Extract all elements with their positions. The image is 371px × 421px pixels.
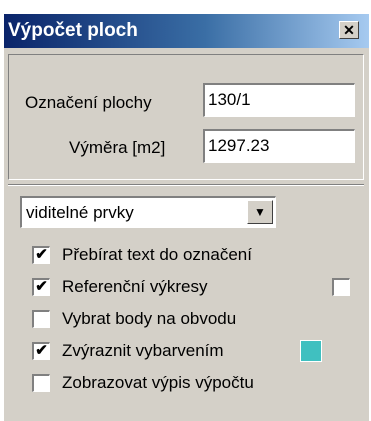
oznaceni-label: Označení plochy bbox=[25, 93, 152, 112]
option-label: Zobrazovat výpis výpočtu bbox=[62, 373, 254, 392]
checkbox-zobrazovat-vypis[interactable] bbox=[32, 374, 50, 392]
option-label: Zvýraznit vybarvením bbox=[62, 341, 224, 360]
close-button[interactable]: ✕ bbox=[339, 21, 359, 39]
checkbox-referencni-vykresy[interactable]: ✔ bbox=[32, 278, 50, 296]
vymera-label: Výměra [m2] bbox=[69, 138, 166, 157]
dropdown-arrow-button[interactable]: ▼ bbox=[247, 200, 273, 224]
separator bbox=[8, 184, 364, 186]
title-bar[interactable]: Výpočet ploch ✕ bbox=[4, 14, 369, 48]
checkbox-vybrat-body[interactable] bbox=[32, 310, 50, 328]
dialog-window: Výpočet ploch ✕ Označení plochy 130/1 Vý… bbox=[4, 14, 369, 421]
element-filter-select[interactable]: viditelné prvky ▼ bbox=[20, 196, 276, 228]
element-filter-value: viditelné prvky bbox=[26, 203, 134, 222]
area-fields-group: Označení plochy 130/1 Výměra [m2] 1297.2… bbox=[8, 54, 364, 180]
oznaceni-input[interactable]: 130/1 bbox=[203, 83, 355, 117]
close-icon: ✕ bbox=[343, 22, 355, 38]
option-label: Přebírat text do označení bbox=[62, 245, 252, 264]
vymera-input[interactable]: 1297.23 bbox=[203, 129, 355, 163]
highlight-color-swatch[interactable] bbox=[300, 340, 322, 362]
option-label: Referenční výkresy bbox=[62, 277, 208, 296]
reference-file-checkbox[interactable] bbox=[332, 278, 350, 296]
checkbox-prebirat-text[interactable]: ✔ bbox=[32, 246, 50, 264]
option-label: Vybrat body na obvodu bbox=[62, 309, 237, 328]
chevron-down-icon: ▼ bbox=[254, 205, 266, 219]
window-title: Výpočet ploch bbox=[8, 20, 138, 41]
checkbox-zvyraznit[interactable]: ✔ bbox=[32, 342, 50, 360]
